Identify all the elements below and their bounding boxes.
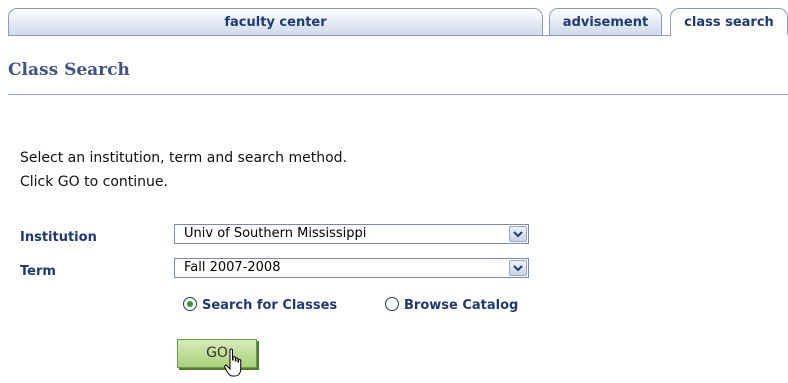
radio-browse-label: Browse Catalog bbox=[404, 298, 519, 313]
hand-cursor-icon bbox=[224, 348, 242, 377]
term-select-value: Fall 2007-2008 bbox=[184, 260, 281, 275]
term-select[interactable]: Fall 2007-2008 bbox=[174, 258, 529, 278]
institution-label: Institution bbox=[20, 230, 97, 245]
tab-faculty-center[interactable]: faculty center bbox=[8, 8, 543, 36]
institution-select-value: Univ of Southern Mississippi bbox=[184, 226, 367, 241]
radio-search-label: Search for Classes bbox=[202, 298, 338, 313]
term-label: Term bbox=[20, 264, 56, 279]
tab-advisement[interactable]: advisement bbox=[549, 8, 662, 36]
active-tab-gap bbox=[671, 35, 788, 36]
page-title: Class Search bbox=[8, 60, 130, 80]
radio-checked-icon[interactable] bbox=[183, 297, 197, 311]
radio-search-for-classes[interactable]: Search for Classes bbox=[183, 297, 337, 313]
chevron-down-icon[interactable] bbox=[509, 260, 527, 276]
radio-unchecked-icon[interactable] bbox=[385, 297, 399, 311]
instruction-line-1: Select an institution, term and search m… bbox=[20, 150, 348, 166]
tab-class-search[interactable]: class search bbox=[670, 8, 788, 36]
go-button[interactable]: GO bbox=[177, 339, 257, 368]
radio-browse-catalog[interactable]: Browse Catalog bbox=[385, 297, 518, 313]
title-divider bbox=[8, 94, 788, 95]
instruction-line-2: Click GO to continue. bbox=[20, 174, 168, 190]
chevron-down-icon[interactable] bbox=[509, 226, 527, 242]
institution-select[interactable]: Univ of Southern Mississippi bbox=[174, 224, 529, 244]
